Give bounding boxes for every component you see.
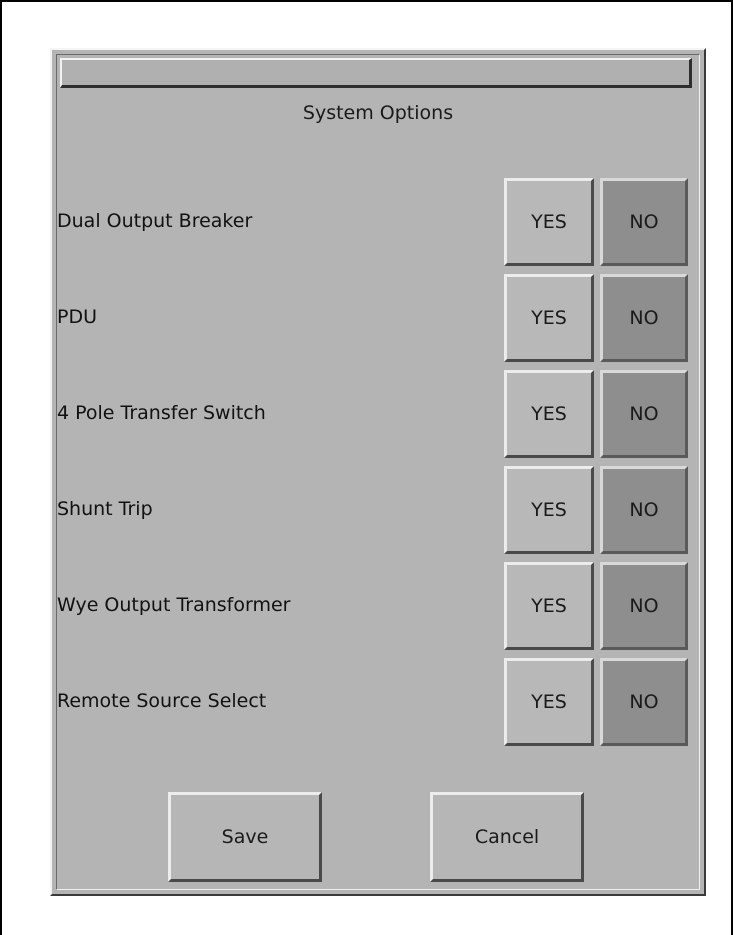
option-label: Dual Output Breaker: [57, 210, 253, 232]
no-button[interactable]: NO: [600, 178, 688, 266]
no-button[interactable]: NO: [600, 370, 688, 458]
system-options-dialog: System Options Dual Output Breaker YES N…: [50, 48, 706, 896]
no-button[interactable]: NO: [600, 562, 688, 650]
title-bar[interactable]: [60, 58, 692, 88]
yes-button[interactable]: YES: [504, 466, 594, 554]
option-label: Remote Source Select: [57, 690, 267, 712]
cancel-button[interactable]: Cancel: [430, 792, 584, 882]
option-label: PDU: [57, 306, 97, 328]
save-button[interactable]: Save: [168, 792, 322, 882]
option-label: Shunt Trip: [57, 498, 153, 520]
no-button[interactable]: NO: [600, 274, 688, 362]
yes-button[interactable]: YES: [504, 178, 594, 266]
no-button[interactable]: NO: [600, 658, 688, 746]
option-label: Wye Output Transformer: [57, 594, 291, 616]
yes-button[interactable]: YES: [504, 562, 594, 650]
dialog-title: System Options: [302, 102, 454, 124]
yes-button[interactable]: YES: [504, 274, 594, 362]
option-label: 4 Pole Transfer Switch: [57, 402, 266, 424]
no-button[interactable]: NO: [600, 466, 688, 554]
yes-button[interactable]: YES: [504, 370, 594, 458]
yes-button[interactable]: YES: [504, 658, 594, 746]
